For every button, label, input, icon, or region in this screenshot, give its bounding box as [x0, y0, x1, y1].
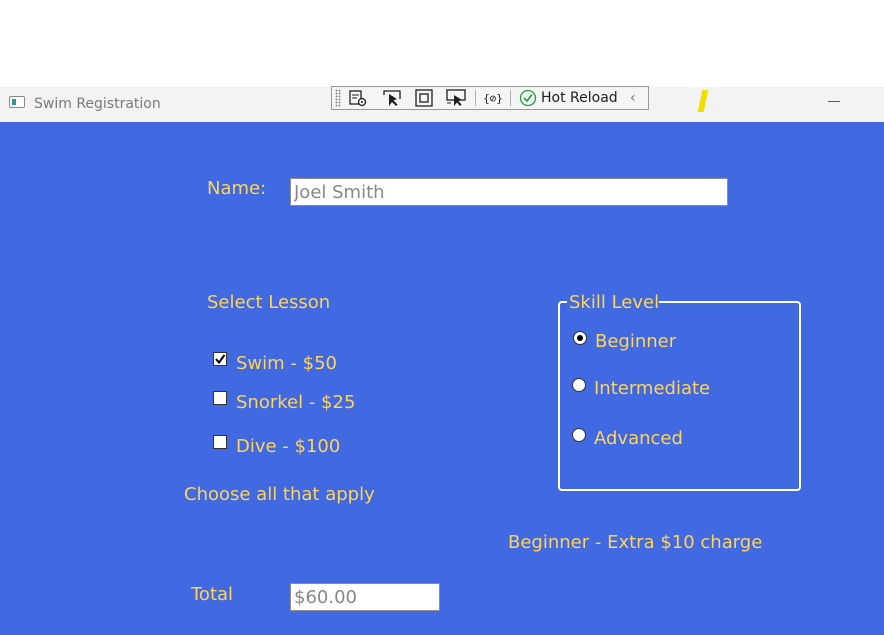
- toolbar-grip-handle[interactable]: [335, 89, 341, 107]
- toolbar-separator: [475, 90, 476, 106]
- svg-text:{⊘}: {⊘}: [483, 92, 503, 105]
- hot-reload-label[interactable]: Hot Reload: [541, 89, 618, 107]
- advanced-option-label[interactable]: Advanced: [594, 428, 683, 450]
- hot-reload-status-icon[interactable]: [518, 88, 538, 108]
- app-window-icon: [9, 96, 25, 108]
- beginner-radio[interactable]: [573, 331, 587, 345]
- snorkel-checkbox[interactable]: [213, 391, 227, 405]
- swim-checkbox[interactable]: [213, 352, 227, 366]
- beginner-option-label[interactable]: Beginner: [595, 331, 676, 353]
- live-visual-tree-icon[interactable]: [347, 88, 369, 108]
- checkmark-icon: [215, 354, 226, 365]
- window-title: Swim Registration: [34, 96, 161, 112]
- toolbar-separator: [510, 90, 511, 106]
- binding-failures-icon[interactable]: {⊘}: [482, 88, 504, 108]
- intermediate-radio[interactable]: [572, 378, 586, 392]
- advanced-radio[interactable]: [572, 428, 586, 442]
- collapse-chevron-icon[interactable]: ‹: [630, 89, 636, 107]
- dive-checkbox[interactable]: [213, 435, 227, 449]
- choose-all-hint: Choose all that apply: [184, 484, 375, 505]
- display-layout-adorners-icon[interactable]: [413, 88, 435, 108]
- dive-option-label[interactable]: Dive - $100: [236, 436, 340, 458]
- minimize-button[interactable]: [828, 101, 840, 102]
- total-field[interactable]: [290, 583, 440, 611]
- skill-level-legend: Skill Level: [569, 292, 660, 313]
- name-label: Name:: [207, 178, 267, 199]
- swim-option-label[interactable]: Swim - $50: [236, 353, 337, 375]
- track-focused-element-icon[interactable]: [445, 88, 467, 108]
- select-lesson-heading: Select Lesson: [207, 292, 331, 313]
- select-element-icon[interactable]: [381, 88, 403, 108]
- name-input[interactable]: [290, 178, 728, 206]
- snorkel-option-label[interactable]: Snorkel - $25: [236, 392, 355, 414]
- total-label: Total: [191, 584, 234, 605]
- skill-charge-note: Beginner - Extra $10 charge: [508, 532, 763, 553]
- intermediate-option-label[interactable]: Intermediate: [594, 378, 710, 400]
